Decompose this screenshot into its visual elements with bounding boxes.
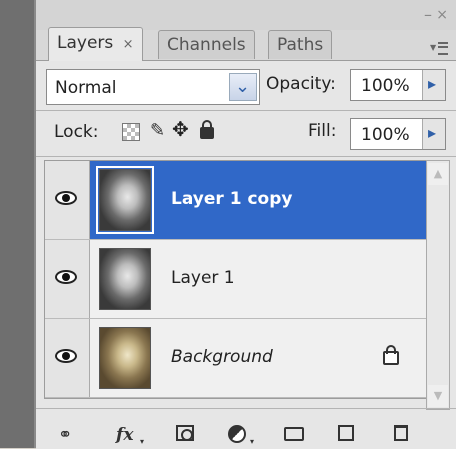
chevron-down-icon[interactable]: ⌄ <box>229 73 257 101</box>
fill-label: Fill: <box>308 121 337 141</box>
panel-title-bar: – × <box>36 0 456 30</box>
lock-all-icon[interactable] <box>200 120 214 139</box>
layers-scrollbar[interactable]: ▲ ▼ <box>426 160 450 410</box>
divider <box>36 110 456 111</box>
blend-mode-select[interactable]: Normal ⌄ <box>46 69 260 105</box>
layer-row[interactable]: Layer 1 <box>45 240 427 319</box>
left-dark-strip <box>0 0 36 448</box>
lock-image-pixels-icon[interactable]: ✎ <box>150 120 165 141</box>
minimize-icon[interactable]: – <box>424 7 432 23</box>
adjustment-dropdown-icon: ▾ <box>250 437 255 446</box>
panel-menu-icon[interactable]: ▼ <box>430 40 448 55</box>
layers-panel: – × Layers × Channels Paths ▼ Normal ⌄ O… <box>36 0 456 449</box>
layer-thumbnail <box>96 166 154 234</box>
tab-close-icon[interactable]: × <box>123 37 134 52</box>
fill-value: 100% <box>361 125 410 145</box>
layer-thumbnail <box>99 327 151 389</box>
tab-layers[interactable]: Layers × <box>48 27 143 61</box>
layer-name: Layer 1 <box>171 268 235 288</box>
fill-slider-arrow-icon[interactable]: ▸ <box>422 119 445 149</box>
fill-field[interactable]: 100% ▸ <box>350 118 446 150</box>
layer-row[interactable]: Layer 1 copy <box>45 161 427 240</box>
eye-icon <box>55 349 77 363</box>
menu-arrow-icon: ▼ <box>430 43 437 52</box>
layer-row[interactable]: Background <box>45 319 427 398</box>
tab-layers-label: Layers <box>57 33 114 53</box>
layer-thumbnail <box>99 248 151 310</box>
blend-mode-value: Normal <box>55 78 117 98</box>
lock-position-icon[interactable]: ✥ <box>172 117 189 141</box>
panel-bottom-toolbar: ⚭ fx ▾ ▾ <box>36 397 456 448</box>
opacity-label: Opacity: <box>266 74 336 94</box>
visibility-toggle[interactable] <box>45 161 90 239</box>
tab-channels[interactable]: Channels <box>158 30 255 59</box>
add-mask-icon[interactable] <box>176 425 194 441</box>
fx-dropdown-icon: ▾ <box>140 437 145 446</box>
visibility-toggle[interactable] <box>45 319 90 397</box>
fx-icon[interactable]: fx <box>116 425 133 445</box>
layers-list: Layer 1 copy Layer 1 Background <box>44 160 428 399</box>
opacity-slider-arrow-icon[interactable]: ▸ <box>422 70 445 100</box>
close-icon[interactable]: × <box>436 8 448 22</box>
folder-icon[interactable] <box>284 427 304 441</box>
adjustment-layer-icon[interactable] <box>228 425 246 443</box>
tab-paths[interactable]: Paths <box>268 30 333 59</box>
link-layers-icon[interactable]: ⚭ <box>58 425 72 445</box>
panel-tabs: Layers × Channels Paths <box>48 27 378 61</box>
tab-channels-label: Channels <box>167 35 246 55</box>
visibility-toggle[interactable] <box>45 240 90 318</box>
layer-name: Layer 1 copy <box>171 189 293 209</box>
opacity-value: 100% <box>361 76 410 96</box>
trash-icon[interactable] <box>394 425 408 441</box>
lock-label: Lock: <box>54 122 99 142</box>
opacity-field[interactable]: 100% ▸ <box>350 69 446 101</box>
lock-transparent-pixels-icon[interactable] <box>122 123 140 141</box>
tab-paths-label: Paths <box>277 35 324 55</box>
layer-lock-icon <box>383 345 399 365</box>
eye-icon <box>55 191 77 205</box>
scroll-up-icon[interactable]: ▲ <box>428 163 448 185</box>
layer-name: Background <box>171 347 273 367</box>
new-layer-icon[interactable] <box>338 425 354 441</box>
eye-icon <box>55 270 77 284</box>
divider <box>36 156 456 157</box>
